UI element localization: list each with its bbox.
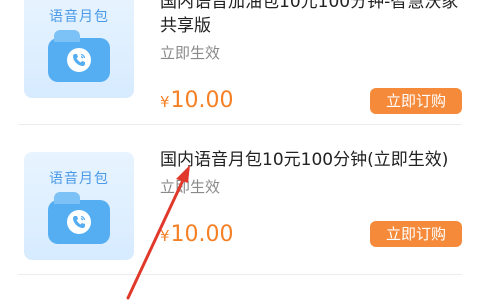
folder-icon: [48, 30, 110, 82]
product-thumbnail: 语音月包: [24, 152, 134, 260]
buy-now-button[interactable]: 立即订购: [370, 221, 462, 247]
product-card[interactable]: 语音月包 国内语音加油包10元100分钟-智慧沃家共享版 立即生效 ¥10.00…: [0, 0, 480, 120]
phone-call-icon: [67, 48, 91, 72]
price-value: 10.00: [170, 222, 234, 247]
thumbnail-label: 语音月包: [49, 171, 109, 187]
phone-call-icon: [67, 210, 91, 234]
buy-now-button[interactable]: 立即订购: [370, 88, 462, 114]
currency-symbol: ¥: [160, 93, 170, 111]
thumbnail-label: 语音月包: [49, 9, 109, 25]
folder-icon: [48, 192, 110, 244]
price-value: 10.00: [170, 88, 234, 113]
divider: [18, 124, 462, 125]
divider: [18, 274, 462, 275]
product-title[interactable]: 国内语音月包10元100分钟(立即生效): [160, 148, 460, 172]
product-card[interactable]: 语音月包 国内语音月包10元100分钟(立即生效) 立即生效 ¥10.00 立即…: [0, 140, 480, 270]
product-subtitle: 立即生效: [160, 178, 221, 196]
product-price: ¥10.00: [160, 88, 234, 113]
product-price: ¥10.00: [160, 222, 234, 247]
product-thumbnail: 语音月包: [24, 0, 134, 98]
product-title[interactable]: 国内语音加油包10元100分钟-智慧沃家共享版: [160, 0, 460, 38]
product-subtitle: 立即生效: [160, 44, 221, 62]
currency-symbol: ¥: [160, 227, 170, 245]
